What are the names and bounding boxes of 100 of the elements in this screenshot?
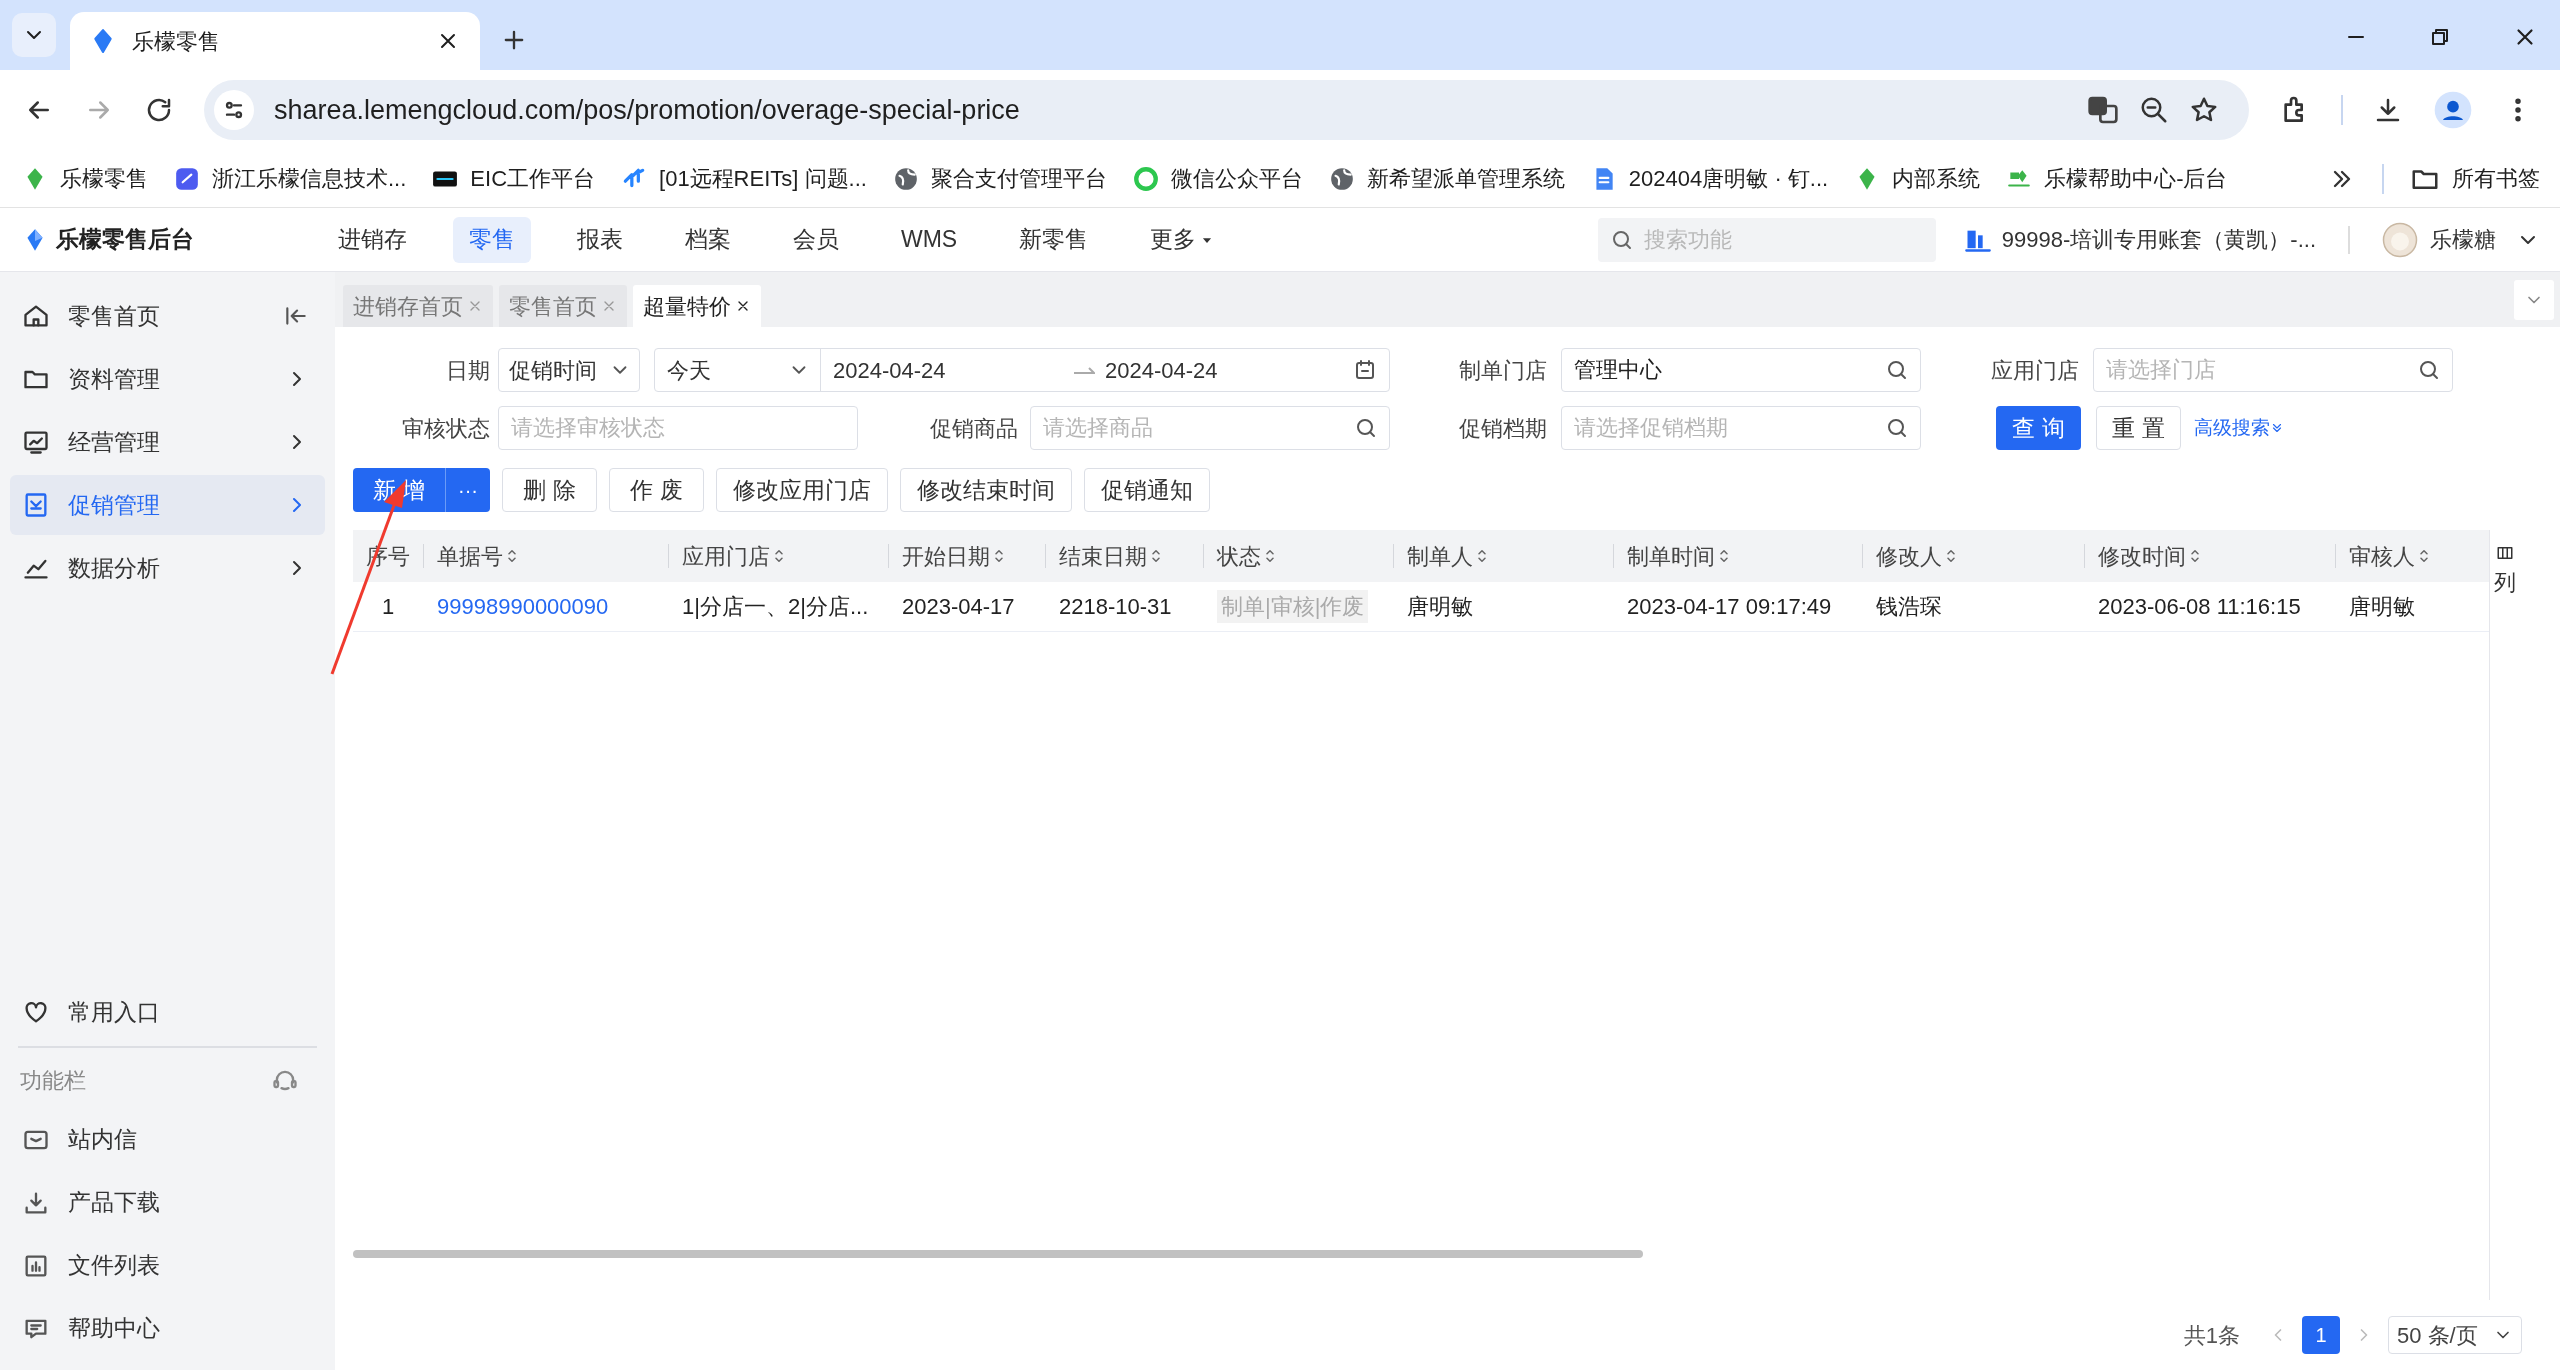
bookmark-icon: [1132, 165, 1159, 192]
sidebar-item[interactable]: 经营管理: [10, 412, 325, 472]
nav-tab[interactable]: 进销存: [322, 216, 423, 263]
calendar-icon: [1353, 358, 1377, 382]
action-button[interactable]: 促销通知: [1084, 468, 1210, 512]
page-tab[interactable]: 零售首页: [499, 285, 627, 327]
tab-list-button[interactable]: [12, 13, 56, 57]
bookmark-link[interactable]: EIC工作平台: [470, 162, 596, 195]
bookmark-link[interactable]: 浙江乐檬信息技术...: [212, 162, 407, 195]
table-cell-text: 唐明敏: [1407, 593, 1473, 621]
status-tag: 制单|审核|作废: [1217, 590, 1369, 623]
browser-tab[interactable]: 乐檬零售: [70, 12, 480, 70]
sidebar-item[interactable]: 常用入口: [10, 982, 325, 1042]
search-field[interactable]: 搜索功能: [1597, 217, 1936, 262]
column-header[interactable]: 应用门店: [682, 539, 770, 573]
nav-tab[interactable]: 新零售: [1003, 216, 1105, 263]
input-field[interactable]: 管理中心: [1561, 348, 1921, 392]
account-name[interactable]: 99998-培训专用账套（黄凯）-...: [2001, 223, 2316, 256]
date-range-field[interactable]: 今天 2024-04-24 2024-04-24: [654, 348, 1390, 392]
bookmark-link[interactable]: 聚合支付管理平台: [930, 162, 1107, 195]
sidebar-item[interactable]: 帮助中心: [10, 1297, 325, 1360]
nav-tab[interactable]: 档案: [669, 216, 747, 263]
bookmark-link[interactable]: 内部系统: [1892, 162, 1981, 195]
sidebar-item[interactable]: 文件列表: [10, 1234, 325, 1297]
app-logo-text: 乐檬零售后台: [56, 225, 194, 255]
url-text: sharea.lemengcloud.com/pos/promotion/overage-special-price: [274, 93, 1021, 127]
page-tab[interactable]: 进销存首页: [343, 285, 493, 327]
page-size-select[interactable]: 50 条/页: [2388, 1316, 2522, 1354]
sidebar-item[interactable]: 资料管理: [10, 349, 325, 409]
input-field[interactable]: 请选择促销档期: [1561, 406, 1921, 450]
site-settings-icon[interactable]: [214, 90, 254, 130]
bookmark-link[interactable]: [01远程REITs] 问题...: [659, 162, 867, 195]
nav-tab[interactable]: 会员: [777, 216, 855, 263]
field-label: 审核状态: [401, 414, 490, 443]
sidebar-item[interactable]: 零售首页: [10, 286, 325, 346]
sidebar-item[interactable]: 站内信: [10, 1108, 325, 1171]
table-cell-text: 2218-10-31: [1059, 593, 1172, 621]
column-header[interactable]: 审核人: [2349, 539, 2415, 573]
columns-icon: [2495, 544, 2514, 562]
address-bar[interactable]: sharea.lemengcloud.com/pos/promotion/overage-special-price: [204, 80, 2249, 140]
nav-tab[interactable]: WMS: [885, 216, 974, 263]
chevrons-down-icon: [2270, 421, 2284, 435]
search-icon: [2417, 358, 2441, 382]
search-icon: [1885, 358, 1909, 382]
sidebar-item[interactable]: 产品下载: [10, 1171, 325, 1234]
user-name[interactable]: 乐檬糖: [2430, 223, 2496, 256]
bookmark-link[interactable]: 乐檬帮助中心-后台: [2044, 162, 2228, 195]
action-button[interactable]: 修改应用门店: [716, 468, 888, 512]
profile-icon[interactable]: [2433, 90, 2473, 130]
column-header[interactable]: 状态: [1217, 539, 1261, 573]
bookmark-icon: [892, 165, 919, 192]
document-number-link[interactable]: 99998990000090: [437, 590, 609, 623]
bookmark-link[interactable]: 乐檬零售: [60, 162, 148, 195]
column-header[interactable]: 单据号: [437, 539, 503, 573]
page-button[interactable]: 1: [2302, 1316, 2340, 1354]
nav-tab[interactable]: 更多: [1134, 216, 1231, 263]
search-icon: [1354, 416, 1378, 440]
input-field[interactable]: 请选择门店: [2093, 348, 2453, 392]
input-field[interactable]: 请选择商品: [1030, 406, 1390, 450]
action-button[interactable]: 修改结束时间: [900, 468, 1072, 512]
bookmark-link[interactable]: 微信公众平台: [1170, 162, 1303, 195]
table-cell-text: 2023-04-17 09:17:49: [1627, 593, 1832, 621]
nav-tab[interactable]: 零售: [453, 216, 531, 263]
action-button[interactable]: 作 废: [609, 468, 704, 512]
table-cell-text: 2023-06-08 11:16:15: [2098, 593, 2301, 621]
table-cell-text: 1|分店一、2|分店...: [682, 593, 869, 621]
column-header[interactable]: 制单时间: [1627, 539, 1715, 573]
table-cell-text: 1: [381, 593, 395, 621]
column-settings-button[interactable]: 列: [2489, 530, 2519, 1300]
sidebar-item[interactable]: 数据分析: [10, 538, 325, 598]
column-header[interactable]: 结束日期: [1059, 539, 1147, 573]
search-icon: [1885, 416, 1909, 440]
bookmark-link[interactable]: 新希望派单管理系统: [1366, 162, 1565, 195]
bookmark-folder[interactable]: 所有书签: [2452, 162, 2540, 195]
tab-title: 乐檬零售: [132, 27, 221, 56]
column-header[interactable]: 修改人: [1876, 539, 1942, 573]
column-header[interactable]: 开始日期: [902, 539, 990, 573]
date-type-select[interactable]: 促销时间: [498, 348, 640, 392]
bookmark-icon: [174, 165, 200, 192]
advanced-search-link[interactable]: 高级搜索: [2194, 413, 2270, 443]
section-title: 功能栏: [20, 1066, 87, 1095]
column-header[interactable]: 制单人: [1407, 539, 1473, 573]
total-count: 共1条: [2183, 1321, 2240, 1350]
page-tab[interactable]: 超量特价: [633, 285, 761, 327]
bookmark-icon: [1328, 165, 1355, 192]
nav-tab[interactable]: 报表: [561, 216, 639, 263]
query-button[interactable]: 查 询: [1996, 406, 2081, 450]
column-header[interactable]: 修改时间: [2098, 539, 2186, 573]
scrollbar-thumb[interactable]: [353, 1250, 1643, 1258]
zoom-out-icon[interactable]: [2139, 95, 2169, 125]
table-cell-text: 2023-04-17: [902, 593, 1015, 621]
more-button[interactable]: ···: [446, 468, 490, 512]
reset-button[interactable]: 重 置: [2096, 406, 2181, 450]
input-field[interactable]: 请选择审核状态: [498, 406, 858, 450]
field-label: 日期: [445, 356, 490, 385]
action-button[interactable]: 删 除: [502, 468, 597, 512]
translate-icon[interactable]: [2087, 94, 2119, 126]
bookmark-link[interactable]: 202404唐明敏 · 钉...: [1628, 162, 1829, 195]
field-label: 制单门店: [1458, 356, 1547, 385]
sidebar-item[interactable]: 促销管理: [10, 475, 325, 535]
